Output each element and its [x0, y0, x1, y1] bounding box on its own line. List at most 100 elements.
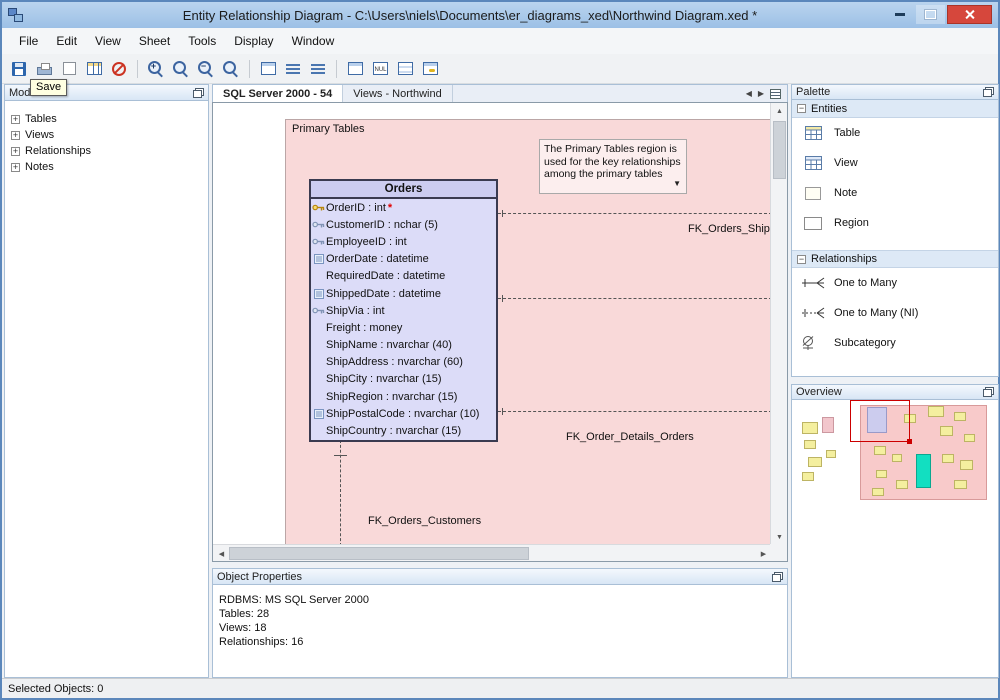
- entity-column-requireddate[interactable]: RequiredDate : datetime: [311, 268, 496, 285]
- new-sheet-button[interactable]: [58, 58, 80, 80]
- menu-file[interactable]: File: [10, 30, 47, 52]
- float-panel-icon[interactable]: [772, 572, 783, 582]
- entity-column-shipregion[interactable]: ShipRegion : nvarchar (15): [311, 388, 496, 405]
- horizontal-scrollbar[interactable]: ◀ ▶: [213, 544, 772, 561]
- tab-sql-server-2000[interactable]: SQL Server 2000 - 54: [213, 85, 343, 102]
- horizontal-scroll-thumb[interactable]: [229, 547, 529, 560]
- menu-view[interactable]: View: [86, 30, 130, 52]
- palette-item-region[interactable]: Region: [792, 208, 998, 238]
- display-types-button[interactable]: [394, 58, 416, 80]
- model-panel: Model + Tables + Views + Relationships +…: [4, 84, 209, 678]
- relationship-line-order-details[interactable]: [498, 411, 772, 412]
- palette-item-one-to-many[interactable]: One to Many: [792, 268, 998, 298]
- entity-orders[interactable]: Orders OrderID : int * CustomerID : ncha…: [309, 179, 498, 442]
- palette-section-relationships[interactable]: − Relationships: [792, 250, 998, 268]
- display-entity-icon: [261, 62, 276, 75]
- scroll-left-icon[interactable]: ◀: [213, 545, 230, 562]
- close-button[interactable]: [947, 5, 992, 24]
- note-collapse-icon[interactable]: ▼: [673, 178, 681, 191]
- tab-views-northwind[interactable]: Views - Northwind: [343, 85, 452, 102]
- palette-item-label: Subcategory: [834, 337, 896, 349]
- display-null-button[interactable]: NUL: [369, 58, 391, 80]
- display-null-icon: NUL: [373, 62, 388, 75]
- tree-item-notes[interactable]: + Notes: [11, 159, 208, 175]
- sheet-tabstrip: SQL Server 2000 - 54 Views - Northwind ◀…: [212, 84, 788, 102]
- entity-column-shipname[interactable]: ShipName : nvarchar (40): [311, 337, 496, 354]
- region-label: Primary Tables: [292, 123, 365, 135]
- tab-prev-icon[interactable]: ◀: [746, 89, 752, 98]
- overview-box: [928, 406, 944, 417]
- overview-viewport-handle[interactable]: [907, 439, 912, 444]
- entity-column-shipcountry[interactable]: ShipCountry : nvarchar (15): [311, 422, 496, 439]
- disable-button[interactable]: [108, 58, 130, 80]
- overview-box: [822, 417, 834, 433]
- palette-item-view[interactable]: View: [792, 148, 998, 178]
- entity-column-shippeddate[interactable]: ShippedDate : datetime: [311, 285, 496, 302]
- float-panel-icon[interactable]: [983, 87, 994, 97]
- display-columns-button[interactable]: [344, 58, 366, 80]
- zoom-100-button[interactable]: [170, 58, 192, 80]
- overview-viewport[interactable]: [850, 400, 910, 442]
- palette-section-entities[interactable]: − Entities: [792, 100, 998, 118]
- relationship-label[interactable]: FK_Orders_Shippers: [688, 223, 771, 235]
- entity-column-employeeid[interactable]: EmployeeID : int: [311, 233, 496, 250]
- entity-column-freight[interactable]: Freight : money: [311, 319, 496, 336]
- tab-next-icon[interactable]: ▶: [758, 89, 764, 98]
- vertical-scrollbar[interactable]: ▲ ▼: [770, 103, 787, 546]
- palette-item-note[interactable]: Note: [792, 178, 998, 208]
- display-rows-button[interactable]: [282, 58, 304, 80]
- overview-minimap[interactable]: [792, 400, 998, 677]
- property-rdbms: RDBMS: MS SQL Server 2000: [219, 593, 781, 607]
- entity-column-customerid[interactable]: CustomerID : nchar (5): [311, 216, 496, 233]
- minimize-button[interactable]: [885, 5, 914, 24]
- diagram-canvas[interactable]: Primary Tables FK_Orders_Shippers FK_Ord…: [212, 102, 788, 562]
- scroll-up-icon[interactable]: ▲: [771, 103, 788, 120]
- overview-box: [960, 460, 973, 470]
- entity-column-orderdate[interactable]: OrderDate : datetime: [311, 251, 496, 268]
- print-button[interactable]: [33, 58, 55, 80]
- menu-sheet[interactable]: Sheet: [130, 30, 179, 52]
- menu-tools[interactable]: Tools: [179, 30, 225, 52]
- tree-item-relationships[interactable]: + Relationships: [11, 143, 208, 159]
- expand-icon[interactable]: +: [11, 115, 20, 124]
- display-keys-button[interactable]: [419, 58, 441, 80]
- diagram-note[interactable]: The Primary Tables region is used for th…: [539, 139, 687, 194]
- entity-title[interactable]: Orders: [311, 181, 496, 199]
- zoom-out-button[interactable]: −: [195, 58, 217, 80]
- display-lines-button[interactable]: [307, 58, 329, 80]
- float-panel-icon[interactable]: [193, 88, 204, 98]
- collapse-icon[interactable]: −: [797, 104, 806, 113]
- menu-window[interactable]: Window: [283, 30, 344, 52]
- table-tool-button[interactable]: [83, 58, 105, 80]
- tree-item-views[interactable]: + Views: [11, 127, 208, 143]
- tree-item-tables[interactable]: + Tables: [11, 111, 208, 127]
- relationship-line-orders-shippers[interactable]: [498, 213, 772, 214]
- zoom-tool-button[interactable]: [220, 58, 242, 80]
- zoom-in-button[interactable]: +: [145, 58, 167, 80]
- entity-column-shipcity[interactable]: ShipCity : nvarchar (15): [311, 371, 496, 388]
- menu-display[interactable]: Display: [225, 30, 282, 52]
- collapse-icon[interactable]: −: [797, 255, 806, 264]
- relationship-label[interactable]: FK_Orders_Customers: [368, 515, 481, 527]
- entity-column-orderid[interactable]: OrderID : int *: [311, 199, 496, 216]
- menu-edit[interactable]: Edit: [47, 30, 86, 52]
- entity-column-shipaddress[interactable]: ShipAddress : nvarchar (60): [311, 354, 496, 371]
- expand-icon[interactable]: +: [11, 163, 20, 172]
- palette-item-one-to-many-ni[interactable]: One to Many (NI): [792, 298, 998, 328]
- expand-icon[interactable]: +: [11, 131, 20, 140]
- zoom-out-icon: −: [197, 60, 215, 78]
- object-properties-content: RDBMS: MS SQL Server 2000 Tables: 28 Vie…: [213, 585, 787, 657]
- tab-list-icon[interactable]: [770, 89, 781, 99]
- relationship-label[interactable]: FK_Order_Details_Orders: [566, 431, 694, 443]
- float-panel-icon[interactable]: [983, 387, 994, 397]
- entity-column-shippostalcode[interactable]: ShipPostalCode : nvarchar (10): [311, 405, 496, 422]
- display-entity-button[interactable]: [257, 58, 279, 80]
- entity-column-shipvia[interactable]: ShipVia : int: [311, 302, 496, 319]
- save-button[interactable]: [8, 58, 30, 80]
- palette-item-subcategory[interactable]: Subcategory: [792, 328, 998, 358]
- relationship-line-2[interactable]: [498, 298, 772, 299]
- maximize-button[interactable]: [916, 5, 945, 24]
- expand-icon[interactable]: +: [11, 147, 20, 156]
- palette-item-table[interactable]: Table: [792, 118, 998, 148]
- vertical-scroll-thumb[interactable]: [773, 121, 786, 179]
